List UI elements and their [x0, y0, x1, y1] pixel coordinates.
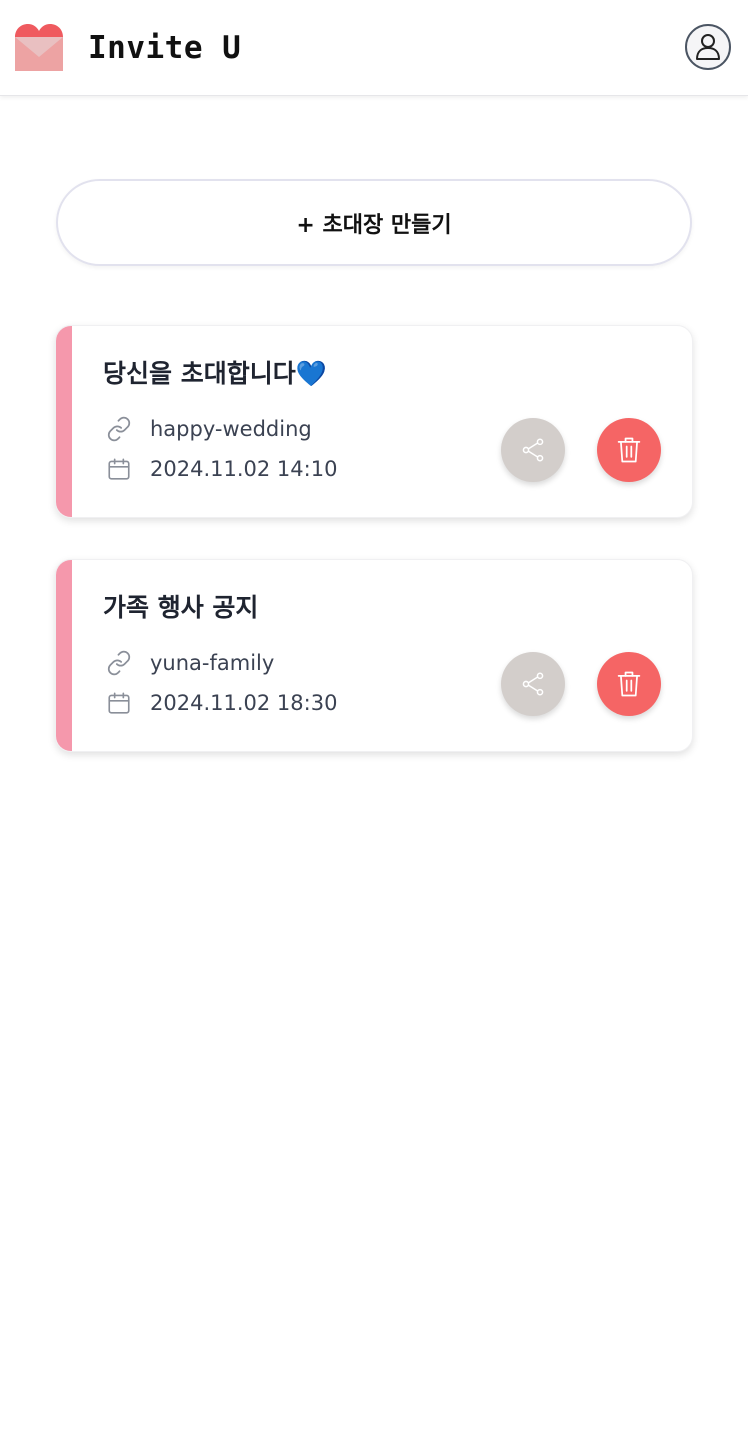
create-invitation-button[interactable]: + 초대장 만들기 [56, 179, 692, 266]
invitation-datetime: 2024.11.02 14:10 [150, 457, 338, 481]
share-icon [522, 438, 544, 462]
trash-icon [617, 671, 641, 697]
share-button[interactable] [501, 418, 565, 482]
invitation-title: 가족 행사 공지 [103, 593, 259, 622]
delete-button[interactable] [597, 418, 661, 482]
profile-button[interactable] [685, 24, 731, 70]
card-accent-bar [56, 560, 72, 751]
invitation-link-row: yuna-family [105, 648, 274, 678]
card-accent-bar [56, 326, 72, 517]
calendar-icon [105, 455, 133, 483]
link-icon [105, 415, 133, 443]
invitation-link-row: happy-wedding [105, 414, 312, 444]
invitation-date-row: 2024.11.02 18:30 [105, 688, 337, 718]
trash-icon [617, 437, 641, 463]
invitation-slug: yuna-family [150, 651, 275, 675]
share-button[interactable] [501, 652, 565, 716]
app-title[interactable]: Invite U [88, 26, 241, 70]
share-icon [522, 672, 544, 696]
invitation-slug: happy-wedding [150, 417, 312, 441]
delete-button[interactable] [597, 652, 661, 716]
link-icon [105, 649, 133, 677]
invitation-card[interactable]: 가족 행사 공지 yuna-family 2024.11.02 18:30 [55, 559, 693, 752]
heart-envelope-icon[interactable] [14, 23, 64, 73]
invitation-card[interactable]: 당신을 초대합니다💙 happy-wedding 2024.11.02 14:1… [55, 325, 693, 518]
user-icon [696, 34, 720, 60]
invitation-date-row: 2024.11.02 14:10 [105, 454, 337, 484]
app-header: Invite U [0, 0, 748, 96]
calendar-icon [105, 689, 133, 717]
invitation-title: 당신을 초대합니다💙 [103, 359, 327, 388]
invitation-datetime: 2024.11.02 18:30 [150, 691, 338, 715]
